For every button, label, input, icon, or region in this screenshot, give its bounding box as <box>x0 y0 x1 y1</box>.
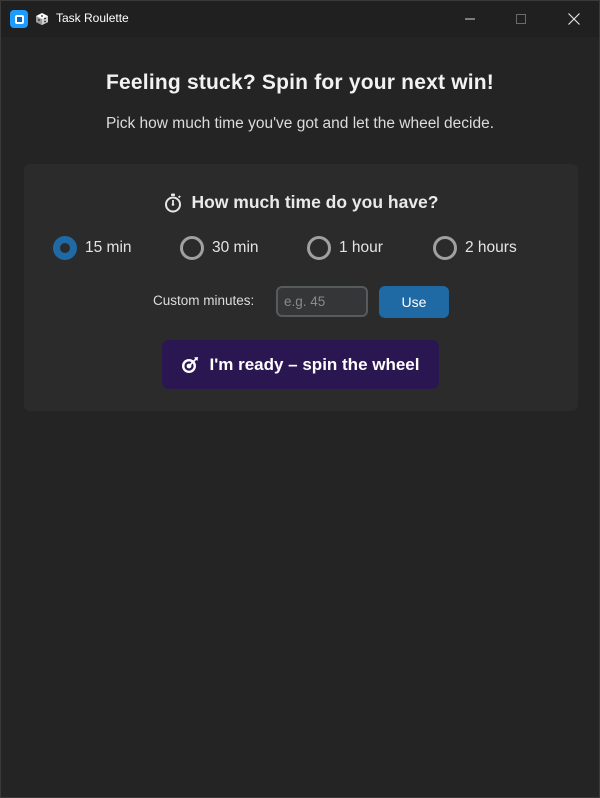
radio-button[interactable] <box>180 236 204 260</box>
app-icon <box>10 10 28 28</box>
radio-1-hour[interactable]: 1 hour <box>307 236 383 260</box>
target-icon <box>182 356 199 373</box>
title-bar[interactable]: Task Roulette <box>1 1 599 37</box>
time-panel: How much time do you have? 15 min 30 min… <box>24 164 578 411</box>
radio-label: 30 min <box>212 239 259 256</box>
radio-label: 15 min <box>85 239 132 256</box>
headline: Feeling stuck? Spin for your next win! <box>106 71 494 94</box>
custom-minutes-input[interactable] <box>276 286 368 317</box>
custom-minutes-label: Custom minutes: <box>153 293 255 308</box>
radio-label: 2 hours <box>465 239 517 256</box>
radio-button[interactable] <box>307 236 331 260</box>
close-icon <box>568 13 580 25</box>
stopwatch-icon <box>164 193 181 212</box>
minimize-icon <box>465 18 475 20</box>
radio-30-min[interactable]: 30 min <box>180 236 259 260</box>
close-button[interactable] <box>551 1 597 37</box>
subheading: Pick how much time you've got and let th… <box>105 115 495 132</box>
cube-icon <box>36 13 48 25</box>
time-question: How much time do you have? <box>24 192 578 213</box>
app-window: Task Roulette Feeling stuck? Spin for yo… <box>0 0 600 798</box>
radio-label: 1 hour <box>339 239 383 256</box>
radio-button-selected[interactable] <box>53 236 77 260</box>
radio-15-min[interactable]: 15 min <box>53 236 132 260</box>
maximize-button[interactable] <box>498 1 544 37</box>
window-title: Task Roulette <box>56 11 129 25</box>
use-button[interactable]: Use <box>379 286 449 318</box>
spin-wheel-button[interactable]: I'm ready – spin the wheel <box>162 340 439 389</box>
spin-wheel-label: I'm ready – spin the wheel <box>209 354 420 374</box>
question-label: How much time do you have? <box>191 192 439 212</box>
minimize-button[interactable] <box>447 1 493 37</box>
radio-2-hours[interactable]: 2 hours <box>433 236 517 260</box>
maximize-icon <box>516 14 526 24</box>
radio-button[interactable] <box>433 236 457 260</box>
